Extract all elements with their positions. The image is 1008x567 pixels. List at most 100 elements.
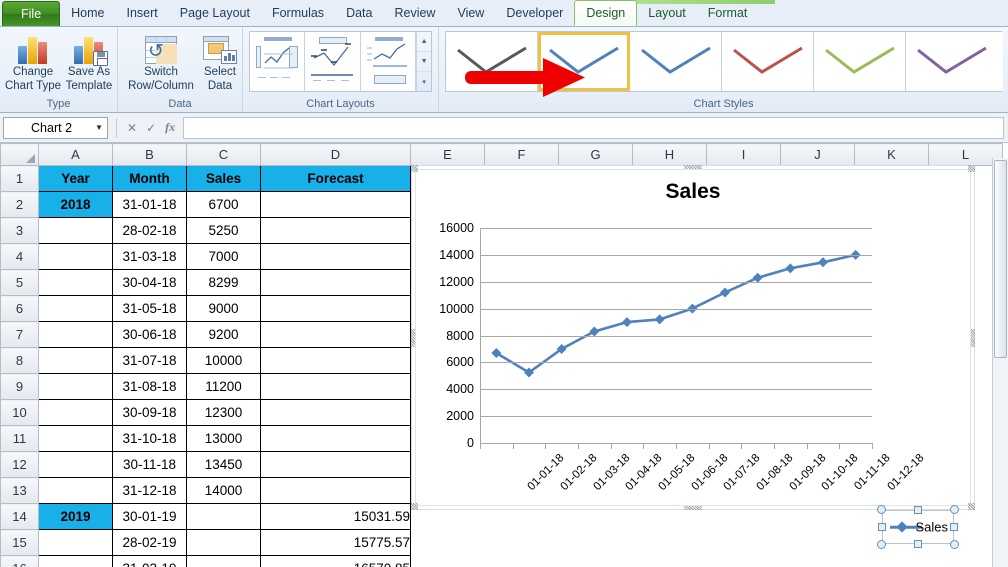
chart-style-swatch-2-selected[interactable] (538, 32, 630, 91)
cell-b2[interactable]: 31-01-18 (112, 191, 187, 218)
chart-legend-selected[interactable]: Sales (877, 505, 959, 549)
tab-developer[interactable]: Developer (495, 1, 574, 26)
cell-d2[interactable] (260, 191, 411, 218)
chart-handle-right[interactable] (971, 328, 975, 347)
change-chart-type-button[interactable]: Change Chart Type (2, 30, 64, 96)
column-header-i[interactable]: I (706, 143, 781, 166)
legend-handle-tl[interactable] (877, 505, 886, 514)
row-header-15[interactable]: 15 (0, 529, 39, 556)
row-header-1[interactable]: 1 (0, 165, 39, 192)
chart-styles-gallery[interactable] (445, 31, 1003, 92)
cell-a10[interactable] (38, 399, 113, 426)
cell-c7[interactable]: 9200 (186, 321, 261, 348)
tab-home[interactable]: Home (60, 1, 115, 26)
cell-b4[interactable]: 31-03-18 (112, 243, 187, 270)
row-header-14[interactable]: 14 (0, 503, 39, 530)
column-header-b[interactable]: B (112, 143, 187, 166)
chart-style-swatch-4[interactable] (722, 32, 814, 91)
column-header-j[interactable]: J (780, 143, 855, 166)
chart-style-swatch-3[interactable] (630, 32, 722, 91)
cell-c1[interactable]: Sales (186, 165, 261, 192)
cell-b9[interactable]: 31-08-18 (112, 373, 187, 400)
tab-format[interactable]: Format (697, 1, 759, 26)
cancel-formula-icon[interactable]: ✕ (127, 121, 137, 135)
column-header-d[interactable]: D (260, 143, 411, 166)
tab-formulas[interactable]: Formulas (261, 1, 335, 26)
tab-design[interactable]: Design (574, 0, 638, 26)
cell-d16[interactable]: 16570.85 (260, 555, 411, 567)
vertical-scrollbar[interactable] (992, 158, 1008, 567)
cell-c9[interactable]: 11200 (186, 373, 261, 400)
row-header-7[interactable]: 7 (0, 321, 39, 348)
chart-handle-tl[interactable] (411, 165, 418, 172)
tab-view[interactable]: View (446, 1, 495, 26)
cell-a16[interactable] (38, 555, 113, 567)
column-header-f[interactable]: F (484, 143, 559, 166)
cell-c15[interactable] (186, 529, 261, 556)
column-header-g[interactable]: G (558, 143, 633, 166)
column-header-e[interactable]: E (410, 143, 485, 166)
row-header-10[interactable]: 10 (0, 399, 39, 426)
gallery-more-icon[interactable]: ▾ (417, 72, 431, 91)
scrollbar-thumb[interactable] (994, 160, 1007, 358)
tab-layout[interactable]: Layout (637, 1, 697, 26)
cell-d1[interactable]: Forecast (260, 165, 411, 192)
chart-handle-tr[interactable] (968, 165, 975, 172)
cell-i16[interactable] (706, 555, 781, 567)
cell-a8[interactable] (38, 347, 113, 374)
row-header-9[interactable]: 9 (0, 373, 39, 400)
cell-b5[interactable]: 30-04-18 (112, 269, 187, 296)
accept-formula-icon[interactable]: ✓ (146, 121, 156, 135)
cell-d6[interactable] (260, 295, 411, 322)
chevron-down-icon[interactable]: ▼ (95, 123, 103, 132)
cell-e16[interactable] (410, 555, 485, 567)
name-box[interactable]: Chart 2 ▼ (3, 116, 108, 139)
chart-plot-area[interactable]: 0 2000 4000 6000 8000 10000 12000 14000 16000 01-… (439, 221, 926, 493)
cell-d12[interactable] (260, 451, 411, 478)
switch-row-column-button[interactable]: ↺ Switch Row/Column (124, 30, 198, 96)
gallery-scroll-down-icon[interactable]: ▼ (417, 52, 432, 72)
formula-input[interactable] (183, 116, 1004, 139)
cell-f16[interactable] (484, 555, 559, 567)
cell-a2[interactable]: 2018 (38, 191, 113, 218)
row-header-13[interactable]: 13 (0, 477, 39, 504)
legend-handle-tr[interactable] (950, 505, 959, 514)
gallery-scroll-up-icon[interactable]: ▲ (417, 32, 432, 52)
cell-a9[interactable] (38, 373, 113, 400)
cell-c5[interactable]: 8299 (186, 269, 261, 296)
chart-layout-thumb-1[interactable] (250, 32, 306, 91)
row-header-4[interactable]: 4 (0, 243, 39, 270)
cell-d4[interactable] (260, 243, 411, 270)
cell-d5[interactable] (260, 269, 411, 296)
cell-b7[interactable]: 30-06-18 (112, 321, 187, 348)
chart-layout-thumb-3[interactable] (360, 32, 417, 91)
chart-handle-bl[interactable] (411, 503, 418, 510)
cell-b12[interactable]: 30-11-18 (112, 451, 187, 478)
cell-a14[interactable]: 2019 (38, 503, 113, 530)
cell-d3[interactable] (260, 217, 411, 244)
cell-d7[interactable] (260, 321, 411, 348)
row-header-12[interactable]: 12 (0, 451, 39, 478)
cell-d13[interactable] (260, 477, 411, 504)
tab-page-layout[interactable]: Page Layout (169, 1, 261, 26)
legend-handle-br[interactable] (950, 540, 959, 549)
cell-b3[interactable]: 28-02-18 (112, 217, 187, 244)
cell-b11[interactable]: 31-10-18 (112, 425, 187, 452)
row-header-6[interactable]: 6 (0, 295, 39, 322)
chart-handle-left[interactable] (411, 328, 415, 347)
cell-b15[interactable]: 28-02-19 (112, 529, 187, 556)
row-header-2[interactable]: 2 (0, 191, 39, 218)
cell-a11[interactable] (38, 425, 113, 452)
cell-a4[interactable] (38, 243, 113, 270)
save-as-template-button[interactable]: Save As Template (58, 30, 120, 96)
cell-b13[interactable]: 31-12-18 (112, 477, 187, 504)
cell-d11[interactable] (260, 425, 411, 452)
legend-handle-right[interactable] (950, 523, 958, 531)
cell-b10[interactable]: 30-09-18 (112, 399, 187, 426)
cell-c13[interactable]: 14000 (186, 477, 261, 504)
row-header-5[interactable]: 5 (0, 269, 39, 296)
cell-j16[interactable] (780, 555, 855, 567)
chart-title[interactable]: Sales (412, 180, 974, 204)
chart-layout-thumb-2[interactable] (305, 32, 361, 91)
cell-g16[interactable] (558, 555, 633, 567)
